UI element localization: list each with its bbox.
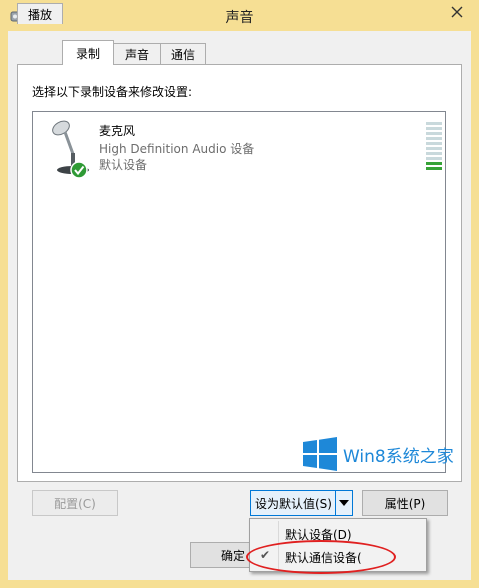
window-title: 声音	[225, 10, 254, 26]
highlight-ellipse	[246, 540, 396, 574]
tab-label: 声音	[124, 47, 149, 62]
tab-recording[interactable]: 录制	[62, 40, 114, 65]
level-segment	[426, 162, 442, 165]
tab-label: 播放	[27, 7, 52, 22]
tab-communications[interactable]: 通信	[160, 43, 206, 64]
title-bar: 声音	[0, 0, 479, 31]
device-status: 默认设备	[99, 158, 148, 172]
tab-label: 通信	[170, 47, 195, 62]
microphone-icon	[52, 120, 89, 178]
ok-button-label: 确定	[220, 548, 245, 563]
level-segment	[426, 122, 442, 125]
level-segment	[426, 157, 442, 160]
set-default-button[interactable]: 设为默认值(S)	[250, 490, 336, 516]
level-segment	[426, 167, 442, 170]
level-segment	[426, 142, 442, 145]
properties-button[interactable]: 属性(P)	[362, 490, 448, 516]
tab-label: 录制	[75, 46, 100, 61]
level-segment	[426, 137, 442, 140]
watermark-text: Win8系统之家	[343, 447, 454, 467]
watermark: Win8系统之家	[303, 434, 468, 474]
device-description: High Definition Audio 设备	[99, 142, 255, 156]
tab-sounds[interactable]: 声音	[113, 43, 161, 64]
set-default-button-label: 设为默认值(S)	[255, 496, 332, 511]
instruction-label: 选择以下录制设备来修改设置:	[32, 85, 193, 99]
level-segment	[426, 132, 442, 135]
properties-button-label: 属性(P)	[384, 496, 426, 511]
device-name: 麦克风	[99, 124, 136, 138]
level-segment	[426, 127, 442, 130]
windows-logo-icon	[303, 437, 337, 471]
device-list[interactable]: 麦克风 High Definition Audio 设备 默认设备	[32, 111, 446, 473]
level-segment	[426, 147, 442, 150]
close-button[interactable]	[440, 1, 474, 22]
level-meter	[426, 122, 442, 172]
chevron-down-icon	[339, 500, 349, 506]
configure-button-label: 配置(C)	[54, 496, 96, 511]
device-item-microphone[interactable]: 麦克风 High Definition Audio 设备 默认设备	[37, 116, 442, 178]
level-segment	[426, 152, 442, 155]
close-icon	[451, 6, 463, 17]
configure-button[interactable]: 配置(C)	[32, 490, 118, 516]
tab-playback[interactable]: 播放	[17, 3, 63, 24]
recording-panel: 选择以下录制设备来修改设置: 麦克风 High Definition Audio…	[17, 64, 462, 482]
green-check-icon	[70, 161, 88, 178]
set-default-dropdown-button[interactable]	[335, 490, 353, 516]
